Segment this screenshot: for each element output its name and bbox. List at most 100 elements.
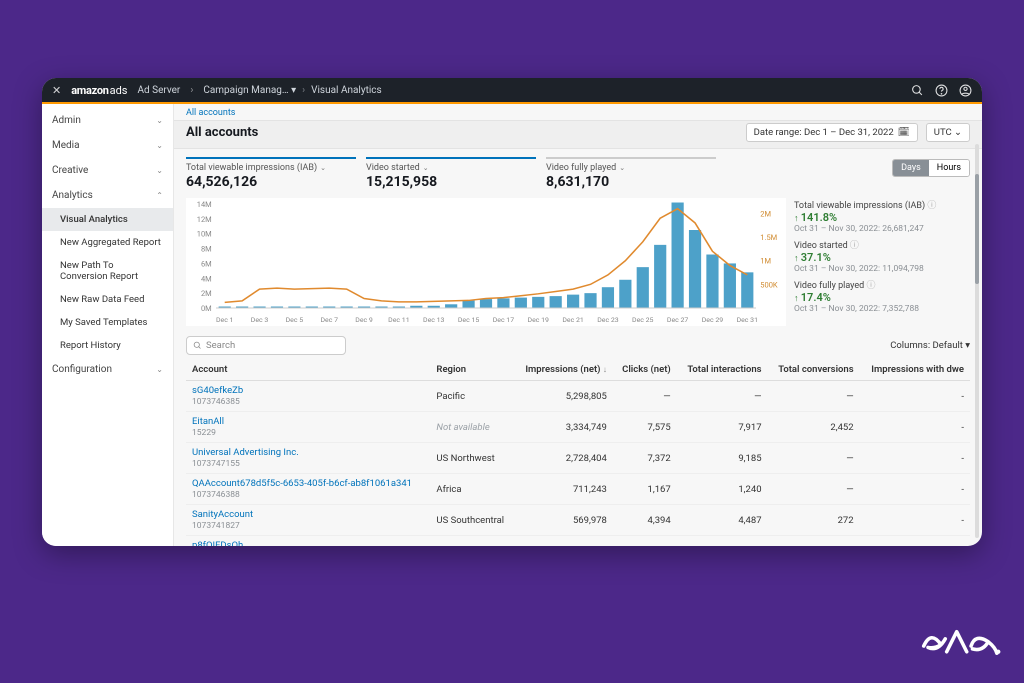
topbar: ✕ amazonads Ad Server › Campaign Manag… … (42, 78, 982, 102)
brand-logo: amazonads (71, 84, 127, 97)
breadcrumb[interactable]: All accounts (174, 104, 982, 120)
svg-text:2M: 2M (201, 289, 212, 298)
svg-text:8M: 8M (201, 245, 212, 254)
table-row[interactable]: sG40efkeZb1073746385 Pacific 5,298,805——… (186, 381, 970, 412)
calendar-icon: 🗓 (898, 127, 910, 138)
toggle-days[interactable]: Days (893, 160, 929, 176)
sidebar-sub-report-history[interactable]: Report History (42, 334, 173, 357)
scrollbar-thumb[interactable] (975, 174, 979, 284)
chevron-up-icon: ⌃ (156, 191, 163, 200)
sort-desc-icon: ↓ (603, 365, 607, 374)
crumb-ad-server[interactable]: Ad Server (137, 85, 180, 96)
columns-select[interactable]: Columns: Default ▾ (890, 340, 970, 351)
account-link[interactable]: Universal Advertising Inc. (192, 447, 424, 458)
kpi-viewable-impressions[interactable]: Total viewable impressions (IAB)⌄ 64,526… (186, 155, 366, 194)
info-icon[interactable]: ⓘ (866, 281, 875, 291)
svg-text:Dec 29: Dec 29 (702, 316, 724, 324)
info-icon[interactable]: ⓘ (927, 201, 936, 211)
sidebar-sub-visual-analytics[interactable]: Visual Analytics (42, 208, 173, 231)
sidebar-item-configuration[interactable]: Configuration⌄ (42, 357, 173, 382)
svg-text:Dec 1: Dec 1 (216, 316, 234, 324)
search-icon[interactable] (910, 83, 924, 97)
page-title: All accounts (186, 125, 738, 140)
chevron-down-icon: ⌄ (156, 116, 163, 125)
kpi-video-fully-played[interactable]: Video fully played⌄ 8,631,170 (546, 155, 726, 194)
account-link[interactable]: sG40efkeZb (192, 385, 424, 396)
th-account[interactable]: Account (186, 359, 430, 381)
crumb-visual-analytics[interactable]: Visual Analytics (311, 85, 382, 96)
stat-video-fully-played: Video fully played ⓘ 17.4% Oct 31 – Nov … (794, 278, 970, 314)
svg-text:Dec 25: Dec 25 (632, 316, 654, 324)
profile-icon[interactable] (958, 83, 972, 97)
granularity-toggle[interactable]: Days Hours (892, 159, 970, 177)
accounts-table: Account Region Impressions (net) ↓ Click… (174, 359, 982, 546)
table-row[interactable]: p8fQIFDsOh1073746388 Pacific 146,2431,02… (186, 536, 970, 547)
svg-text:Dec 31: Dec 31 (737, 316, 758, 324)
table-row[interactable]: SanityAccount1073741827 US Southcentral … (186, 505, 970, 536)
timezone-select[interactable]: UTC ⌄ (926, 123, 970, 142)
chevron-down-icon: ⌄ (423, 164, 429, 172)
sidebar: Admin⌄ Media⌄ Creative⌄ Analytics⌃ Visua… (42, 104, 174, 546)
svg-text:Dec 5: Dec 5 (286, 316, 304, 324)
info-icon[interactable]: ⓘ (850, 241, 859, 251)
svg-text:Dec 15: Dec 15 (458, 316, 480, 324)
comparison-panel: Total viewable impressions (IAB) ⓘ 141.8… (794, 198, 970, 326)
sidebar-item-analytics[interactable]: Analytics⌃ (42, 183, 173, 208)
svg-text:2M: 2M (760, 210, 771, 219)
chevron-down-icon: ⌄ (156, 166, 163, 175)
th-impressions[interactable]: Impressions (net) ↓ (514, 359, 613, 381)
sidebar-sub-raw-data-feed[interactable]: New Raw Data Feed (42, 288, 173, 311)
svg-text:Dec 19: Dec 19 (528, 316, 550, 324)
sidebar-sub-aggregated-report[interactable]: New Aggregated Report (42, 231, 173, 254)
stat-viewable-impressions: Total viewable impressions (IAB) ⓘ 141.8… (794, 198, 970, 234)
svg-text:Dec 13: Dec 13 (423, 316, 445, 324)
th-clicks[interactable]: Clicks (net) (613, 359, 677, 381)
svg-text:Dec 27: Dec 27 (667, 316, 689, 324)
timeseries-chart[interactable]: 0M2M4M6M8M10M12M14M500K1M1.5M2MDec 1Dec … (186, 198, 786, 326)
chevron-down-icon: ⌄ (320, 164, 326, 172)
th-dwell[interactable]: Impressions with dwe (860, 359, 970, 381)
table-row[interactable]: Universal Advertising Inc.1073747155 US … (186, 443, 970, 474)
svg-text:1.5M: 1.5M (760, 233, 777, 242)
toggle-hours[interactable]: Hours (929, 160, 969, 176)
sidebar-item-creative[interactable]: Creative⌄ (42, 158, 173, 183)
sidebar-item-media[interactable]: Media⌄ (42, 133, 173, 158)
search-input[interactable]: Search (186, 336, 346, 355)
th-conversions[interactable]: Total conversions (768, 359, 860, 381)
account-link[interactable]: SanityAccount (192, 509, 424, 520)
svg-text:Dec 23: Dec 23 (597, 316, 619, 324)
date-range-picker[interactable]: Date range: Dec 1 – Dec 31, 2022 🗓 (746, 123, 918, 142)
kpi-video-started[interactable]: Video started⌄ 15,215,958 (366, 155, 546, 194)
svg-text:10M: 10M (197, 230, 212, 239)
svg-text:Dec 3: Dec 3 (251, 316, 269, 324)
back-icon[interactable]: ✕ (52, 84, 61, 97)
chevron-down-icon: ⌄ (619, 164, 625, 172)
sidebar-sub-path-to-conversion[interactable]: New Path To Conversion Report (42, 254, 173, 288)
th-interactions[interactable]: Total interactions (677, 359, 768, 381)
svg-text:Dec 17: Dec 17 (493, 316, 515, 324)
table-row[interactable]: QAAccount678d5f5c-6653-405f-b6cf-ab8f106… (186, 474, 970, 505)
th-region[interactable]: Region (430, 359, 514, 381)
svg-text:Dec 21: Dec 21 (562, 316, 583, 324)
account-link[interactable]: p8fQIFDsOh (192, 540, 424, 546)
chevron-down-icon: ⌄ (156, 365, 163, 374)
svg-text:500K: 500K (760, 281, 778, 290)
chevron-down-icon: ⌄ (156, 141, 163, 150)
app-window: ✕ amazonads Ad Server › Campaign Manag… … (42, 78, 982, 546)
help-icon[interactable] (934, 83, 948, 97)
svg-text:1M: 1M (760, 257, 771, 266)
svg-text:Dec 7: Dec 7 (320, 316, 338, 324)
svg-text:14M: 14M (197, 200, 212, 209)
svg-text:Dec 9: Dec 9 (355, 316, 373, 324)
svg-text:0M: 0M (201, 304, 212, 313)
account-link[interactable]: EitanAll (192, 416, 424, 427)
sidebar-sub-saved-templates[interactable]: My Saved Templates (42, 311, 173, 334)
svg-text:12M: 12M (197, 215, 212, 224)
table-row[interactable]: EitanAll15229 Not available 3,334,7497,5… (186, 412, 970, 443)
account-link[interactable]: QAAccount678d5f5c-6653-405f-b6cf-ab8f106… (192, 478, 424, 489)
crumb-campaign-management[interactable]: Campaign Manag… ▾ (203, 85, 296, 96)
sidebar-item-admin[interactable]: Admin⌄ (42, 108, 173, 133)
stat-video-started: Video started ⓘ 37.1% Oct 31 – Nov 30, 2… (794, 238, 970, 274)
svg-text:Dec 11: Dec 11 (388, 316, 409, 324)
main: All accounts All accounts Date range: De… (174, 104, 982, 546)
